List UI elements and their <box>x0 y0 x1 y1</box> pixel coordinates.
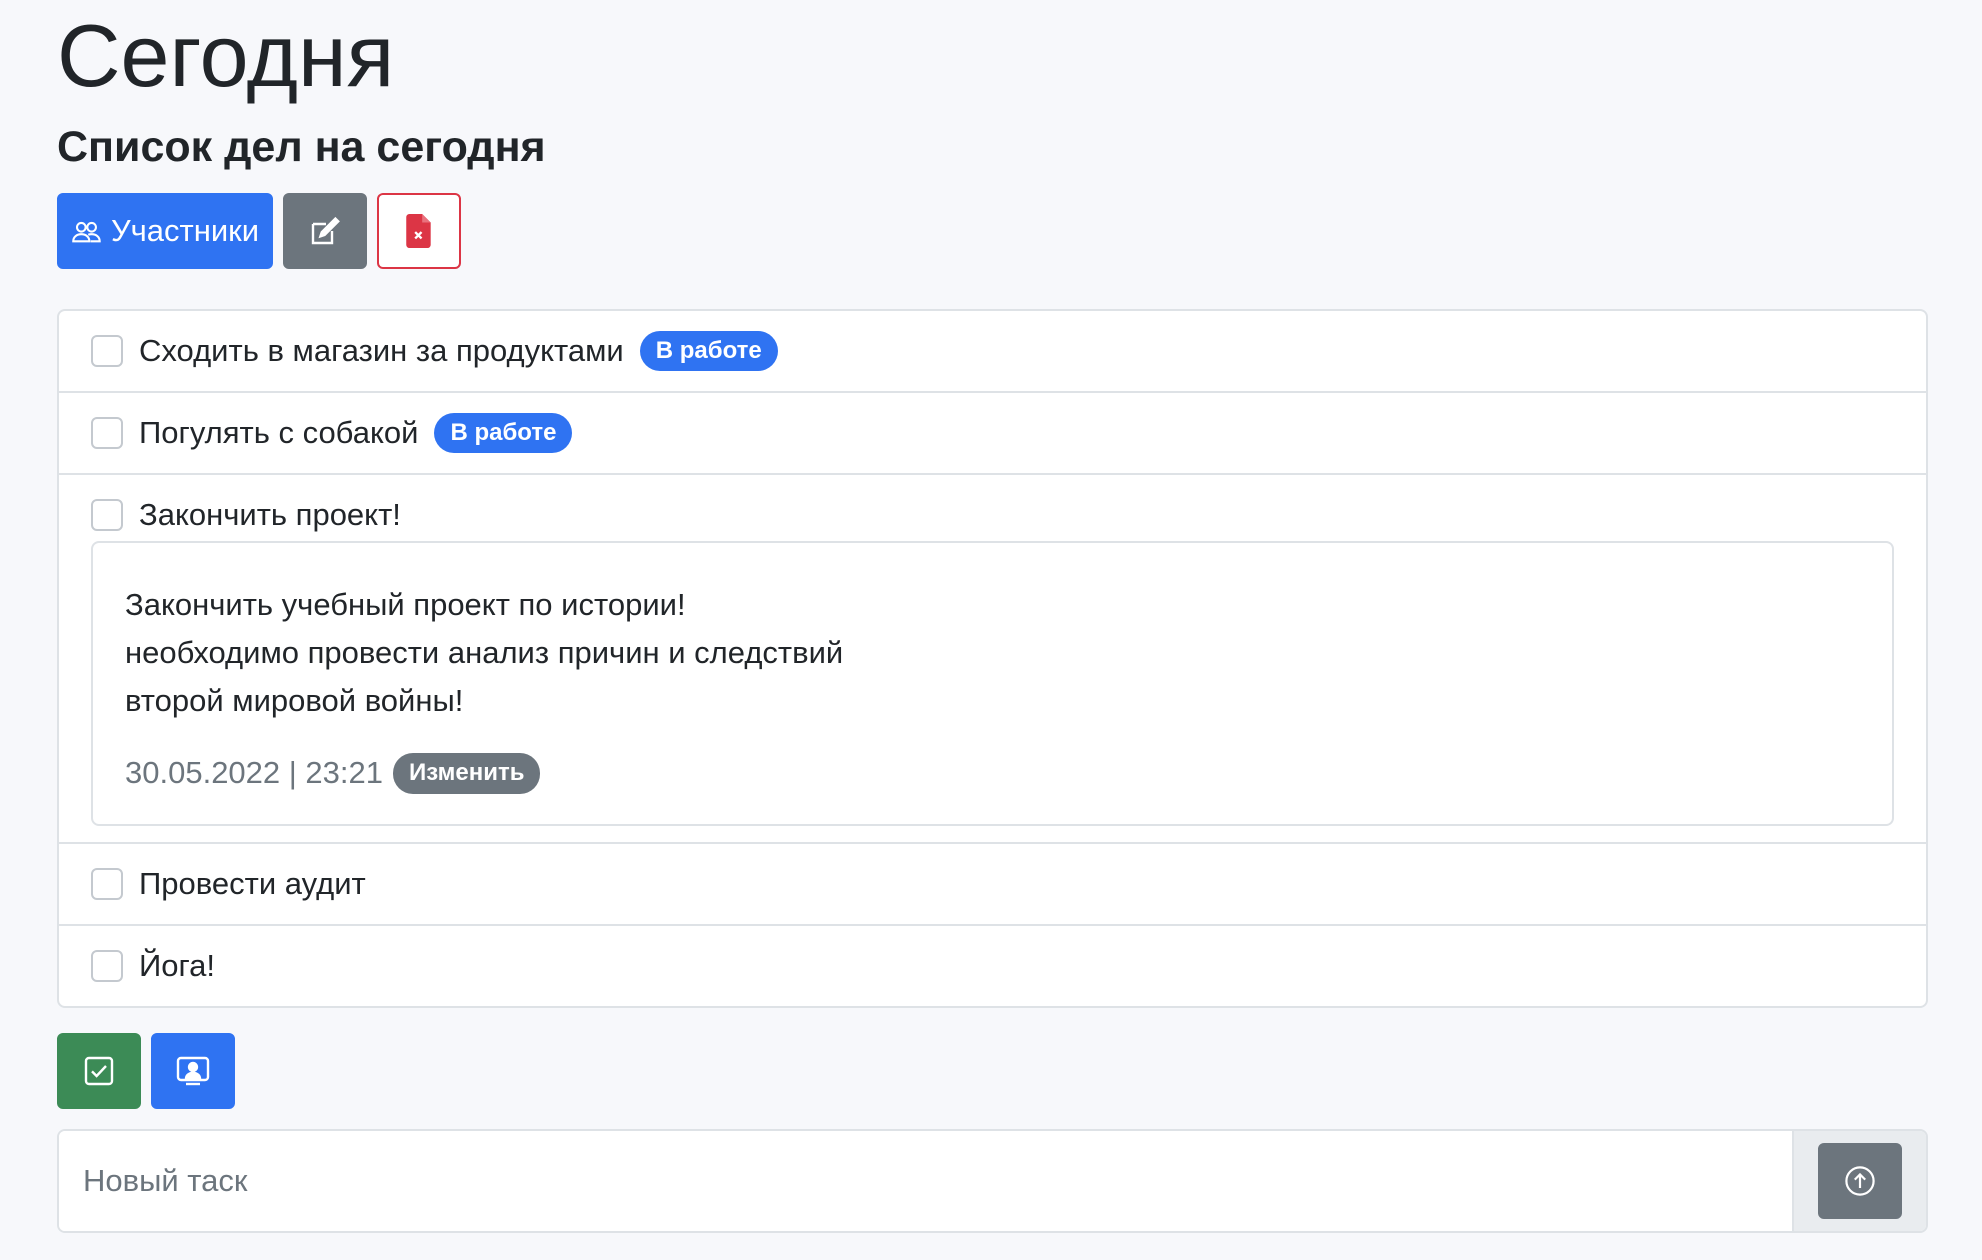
people-icon <box>71 216 101 246</box>
delete-list-button[interactable] <box>377 193 461 269</box>
task-details-card: Закончить учебный проект по истории! нео… <box>91 541 1894 826</box>
task-checkbox[interactable] <box>91 499 123 531</box>
page: Сегодня Список дел на сегодня Участники <box>0 0 1982 1260</box>
task-row: Погулять с собакой В работе <box>91 393 1894 473</box>
page-title: Сегодня <box>57 6 395 105</box>
task-title[interactable]: Провести аудит <box>139 866 366 902</box>
status-badge: В работе <box>639 330 778 372</box>
edit-task-badge[interactable]: Изменить <box>393 753 541 794</box>
check-square-icon <box>83 1055 115 1087</box>
complete-tasks-button[interactable] <box>57 1033 141 1109</box>
task-item: Йога! <box>59 926 1926 1006</box>
person-badge-icon <box>176 1055 210 1087</box>
task-description-line: Закончить учебный проект по истории! <box>125 587 686 622</box>
edit-list-button[interactable] <box>283 193 367 269</box>
task-checkbox[interactable] <box>91 867 123 900</box>
task-item: Сходить в магазин за продуктами В работе <box>59 311 1926 393</box>
task-item-expanded: Закончить проект! Закончить учебный прое… <box>59 475 1926 844</box>
task-description-line: необходимо провести анализ причин и след… <box>125 635 844 670</box>
list-toolbar: Участники <box>57 193 461 269</box>
task-title[interactable]: Закончить проект! <box>139 497 401 533</box>
status-badge: В работе <box>434 412 573 454</box>
task-description-line: второй мировой войны! <box>125 683 464 718</box>
task-checkbox[interactable] <box>91 335 123 367</box>
task-timestamp: 30.05.2022 | 23:21 <box>125 755 384 791</box>
list-title: Список дел на сегодня <box>57 123 546 171</box>
task-checkbox[interactable] <box>91 949 123 982</box>
task-row: Йога! <box>91 926 1894 1006</box>
task-title[interactable]: Йога! <box>139 948 215 984</box>
task-title[interactable]: Погулять с собакой <box>139 415 418 451</box>
arrow-up-circle-icon <box>1844 1165 1876 1197</box>
task-checkbox[interactable] <box>91 417 123 449</box>
input-addon <box>1792 1131 1926 1231</box>
task-item: Провести аудит <box>59 844 1926 926</box>
task-row: Провести аудит <box>91 844 1894 924</box>
members-button[interactable]: Участники <box>57 193 273 269</box>
task-item: Погулять с собакой В работе <box>59 393 1926 475</box>
members-button-label: Участники <box>110 213 260 248</box>
task-list: Сходить в магазин за продуктами В работе… <box>57 309 1928 1008</box>
task-meta: 30.05.2022 | 23:21 Изменить <box>125 753 1860 794</box>
new-task-input[interactable] <box>59 1131 1792 1231</box>
file-x-icon <box>406 214 432 248</box>
new-task-group <box>57 1129 1928 1233</box>
task-title[interactable]: Сходить в магазин за продуктами <box>139 333 624 369</box>
assign-user-button[interactable] <box>151 1033 235 1109</box>
add-task-button[interactable] <box>1818 1143 1902 1219</box>
task-row: Сходить в магазин за продуктами В работе <box>91 311 1894 391</box>
pencil-square-icon <box>309 215 341 247</box>
bottom-actions <box>57 1033 235 1109</box>
